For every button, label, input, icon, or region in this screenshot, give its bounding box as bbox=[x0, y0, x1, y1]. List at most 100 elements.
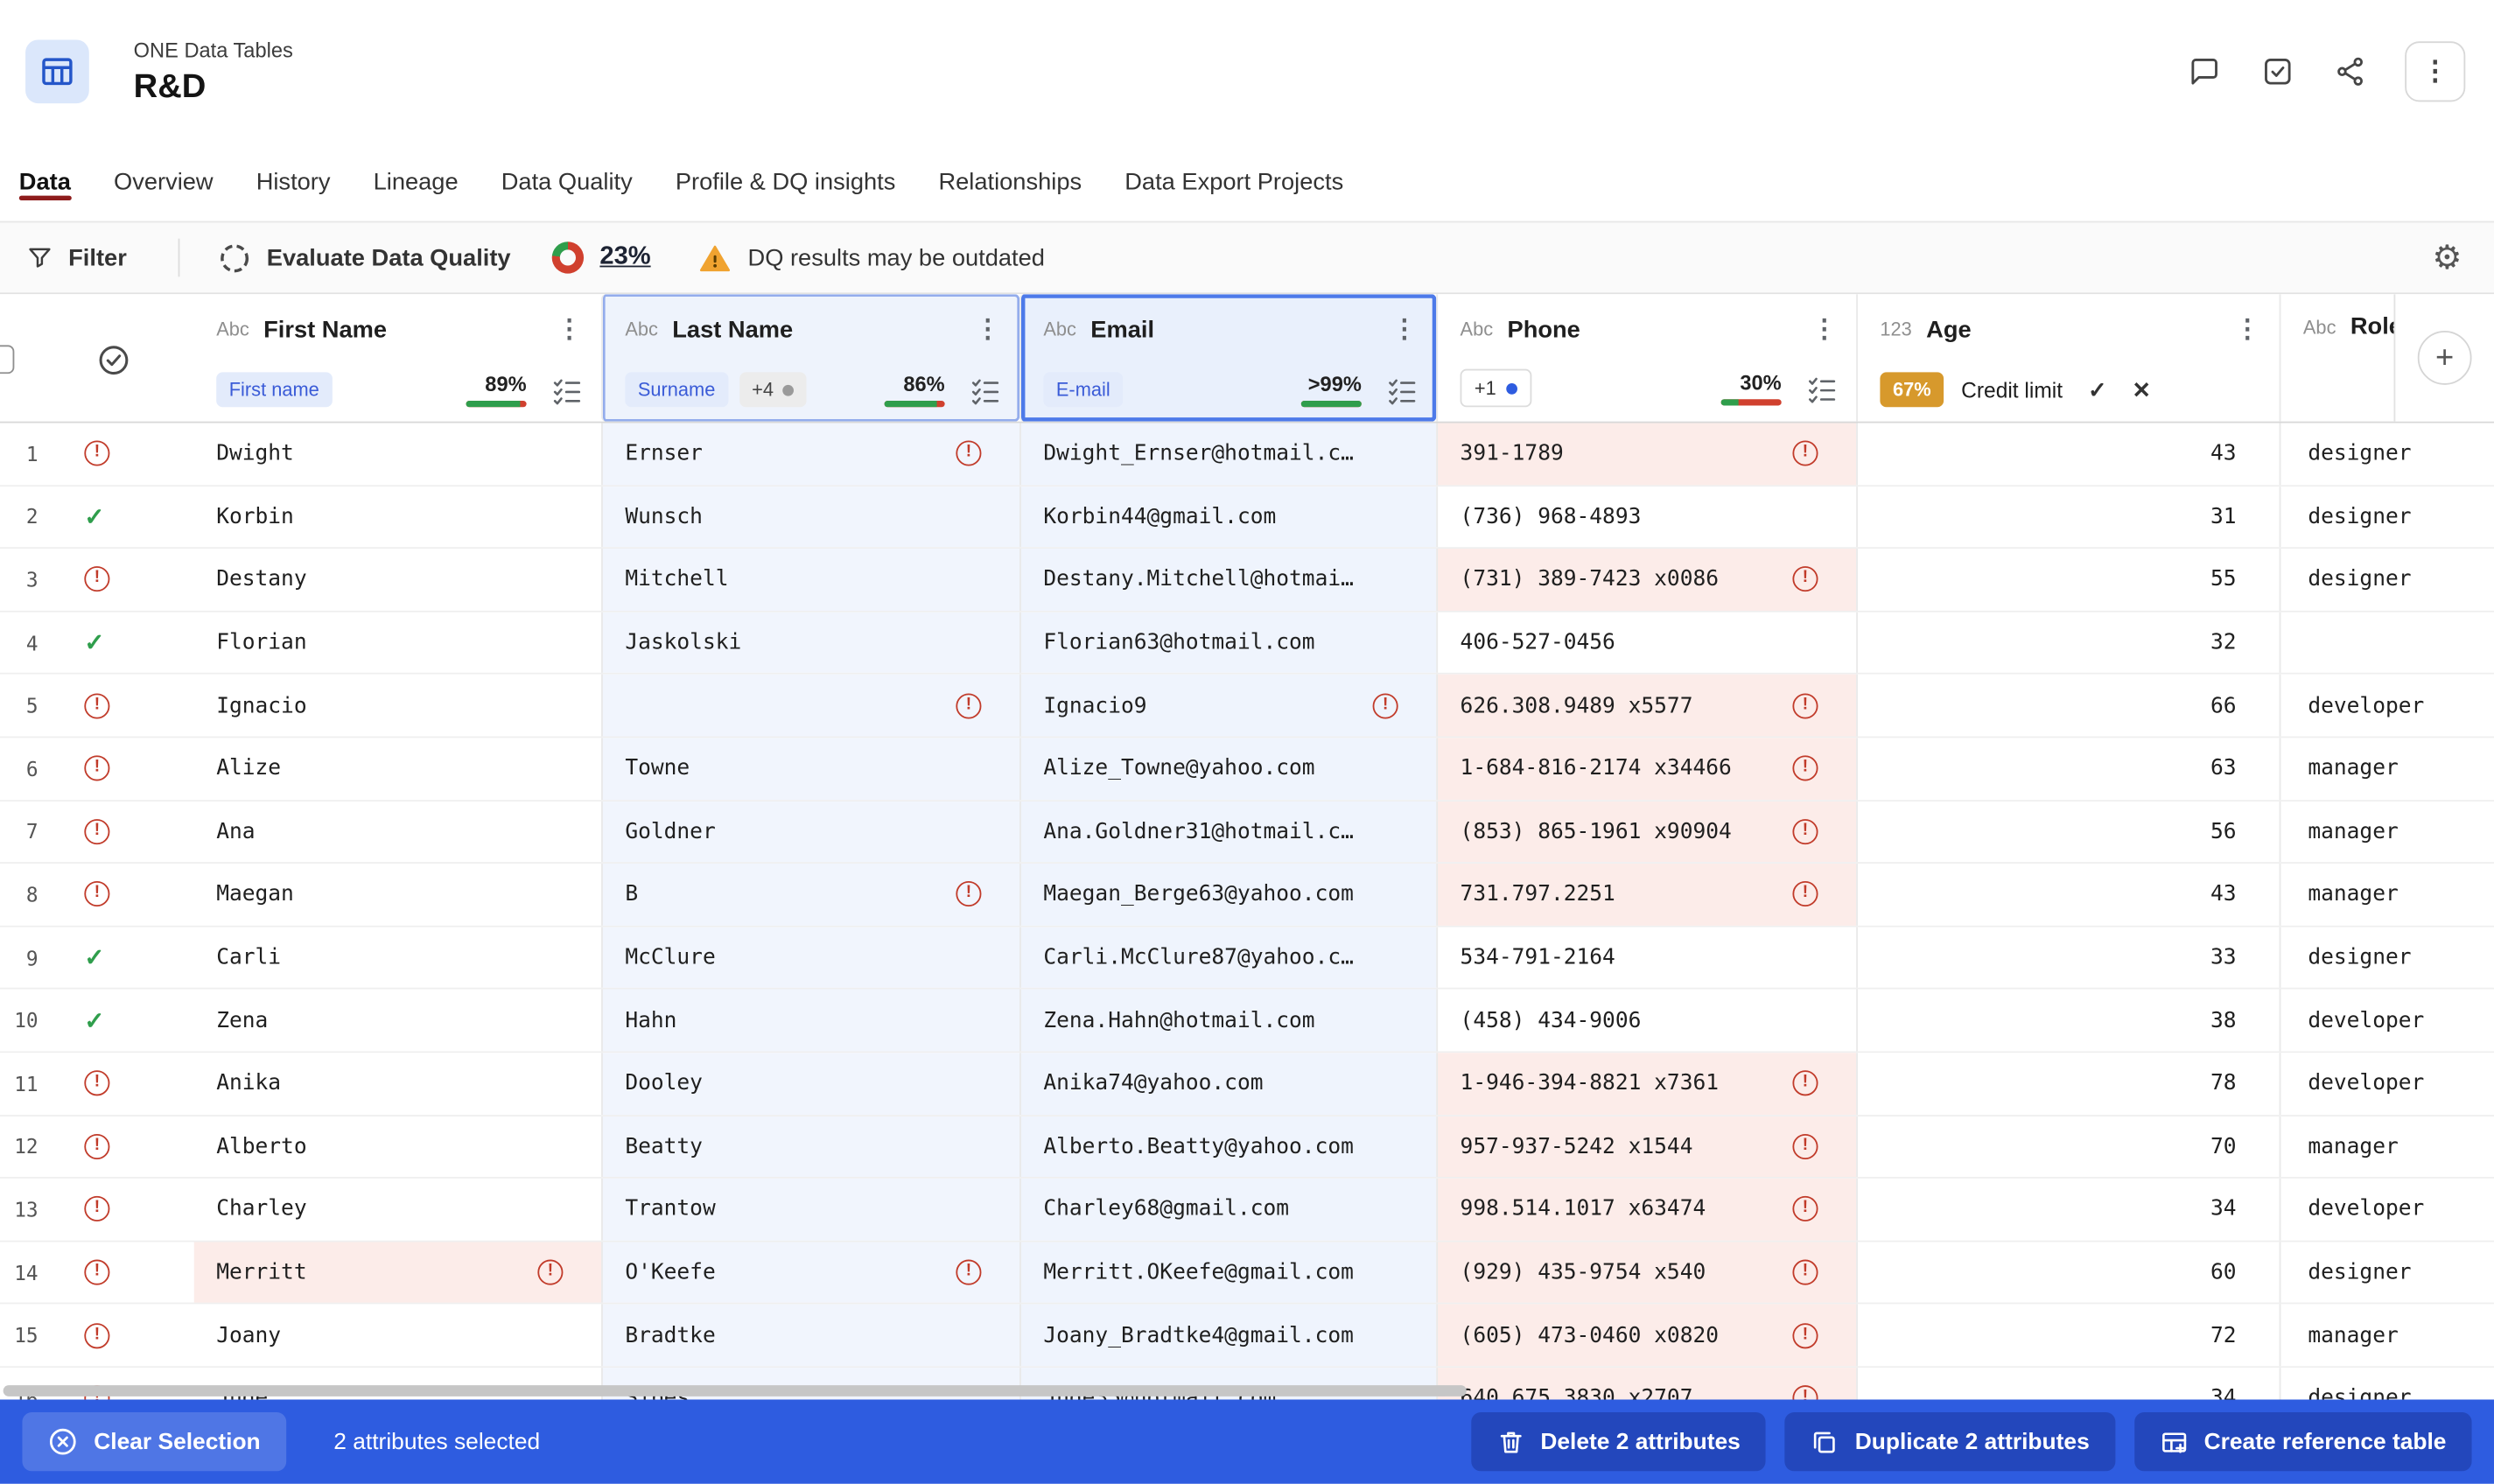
age-cell[interactable]: 72 bbox=[1856, 1305, 2279, 1366]
age-cell[interactable]: 63 bbox=[1856, 738, 2279, 799]
last-name-cell[interactable]: Goldner bbox=[601, 801, 1019, 862]
role-cell[interactable]: manager bbox=[2280, 801, 2494, 862]
phone-cell[interactable]: 1-946-394-8821 x7361! bbox=[1436, 1053, 1856, 1114]
last-name-cell[interactable]: Hahn bbox=[601, 990, 1019, 1051]
first-name-cell[interactable]: Carli bbox=[194, 927, 601, 988]
age-cell[interactable]: 43 bbox=[1856, 423, 2279, 484]
role-cell[interactable]: designer bbox=[2280, 927, 2494, 988]
age-cell[interactable]: 78 bbox=[1856, 1053, 2279, 1114]
column-menu-icon[interactable]: ⋮ bbox=[1802, 313, 1837, 345]
accept-term-icon[interactable]: ✓ bbox=[2088, 376, 2106, 403]
email-cell[interactable]: Carli.McClure87@yahoo.c… bbox=[1019, 927, 1436, 988]
age-cell[interactable]: 33 bbox=[1856, 927, 2279, 988]
role-cell[interactable]: designer bbox=[2280, 486, 2494, 547]
first-name-cell[interactable]: Alberto bbox=[194, 1116, 601, 1177]
dq-checks-icon[interactable] bbox=[970, 374, 1001, 405]
term-chip[interactable]: First name bbox=[216, 372, 332, 407]
comments-icon[interactable] bbox=[2185, 52, 2224, 91]
tab-lineage[interactable]: Lineage bbox=[374, 144, 459, 221]
last-name-cell[interactable]: Ernser! bbox=[601, 423, 1019, 484]
first-name-cell[interactable]: Korbin bbox=[194, 486, 601, 547]
email-cell[interactable]: Florian63@hotmail.com bbox=[1019, 612, 1436, 673]
role-cell[interactable]: manager bbox=[2280, 1116, 2494, 1177]
role-cell[interactable]: manager bbox=[2280, 1305, 2494, 1366]
age-cell[interactable]: 34 bbox=[1856, 1179, 2279, 1240]
phone-cell[interactable]: (929) 435-9754 x540! bbox=[1436, 1242, 1856, 1303]
column-menu-icon[interactable]: ⋮ bbox=[2225, 313, 2260, 345]
last-name-cell[interactable]: Mitchell bbox=[601, 549, 1019, 610]
share-icon[interactable] bbox=[2332, 52, 2371, 91]
phone-cell[interactable]: 534-791-2164 bbox=[1436, 927, 1856, 988]
email-cell[interactable]: Destany.Mitchell@hotmai… bbox=[1019, 549, 1436, 610]
create-reference-table-button[interactable]: Create reference table bbox=[2134, 1412, 2472, 1471]
dq-checks-icon[interactable] bbox=[552, 374, 583, 405]
phone-cell[interactable]: 1-684-816-2174 x34466! bbox=[1436, 738, 1856, 799]
phone-cell[interactable]: 731.797.2251! bbox=[1436, 864, 1856, 925]
age-cell[interactable]: 32 bbox=[1856, 612, 2279, 673]
first-name-cell[interactable]: Joany bbox=[194, 1305, 601, 1366]
term-chip[interactable]: Surname bbox=[625, 372, 728, 407]
phone-cell[interactable]: 957-937-5242 x1544! bbox=[1436, 1116, 1856, 1177]
tab-overview[interactable]: Overview bbox=[114, 144, 214, 221]
column-header-age[interactable]: 123 Age ⋮ 67% Credit limit ✓ ✕ bbox=[1856, 294, 2279, 421]
phone-cell[interactable]: 998.514.1017 x63474! bbox=[1436, 1179, 1856, 1240]
role-cell[interactable]: designer bbox=[2280, 1242, 2494, 1303]
age-cell[interactable]: 38 bbox=[1856, 990, 2279, 1051]
last-name-cell[interactable]: McClure bbox=[601, 927, 1019, 988]
email-cell[interactable]: Alberto.Beatty@yahoo.com bbox=[1019, 1116, 1436, 1177]
select-column-checkbox[interactable] bbox=[0, 345, 14, 374]
scrollbar-thumb[interactable] bbox=[4, 1385, 1467, 1396]
last-name-cell[interactable]: Dooley bbox=[601, 1053, 1019, 1114]
first-name-cell[interactable]: Maegan bbox=[194, 864, 601, 925]
more-terms-chip[interactable]: +4 bbox=[739, 372, 808, 407]
first-name-cell[interactable]: Florian bbox=[194, 612, 601, 673]
column-header-email[interactable]: Abc Email ⋮ E-mail >99% bbox=[1019, 294, 1436, 421]
last-name-cell[interactable]: Wunsch bbox=[601, 486, 1019, 547]
role-cell[interactable]: developer bbox=[2280, 675, 2494, 736]
tab-profile-dq-insights[interactable]: Profile & DQ insights bbox=[676, 144, 896, 221]
email-cell[interactable]: Zena.Hahn@hotmail.com bbox=[1019, 990, 1436, 1051]
email-cell[interactable]: Charley68@gmail.com bbox=[1019, 1179, 1436, 1240]
tasks-checkbox-icon[interactable] bbox=[2259, 52, 2297, 91]
add-attribute-button[interactable]: + bbox=[2418, 331, 2472, 385]
last-name-cell[interactable]: Towne bbox=[601, 738, 1019, 799]
tab-data-export-projects[interactable]: Data Export Projects bbox=[1124, 144, 1343, 221]
age-cell[interactable]: 31 bbox=[1856, 486, 2279, 547]
last-name-cell[interactable]: O'Keefe! bbox=[601, 1242, 1019, 1303]
age-cell[interactable]: 66 bbox=[1856, 675, 2279, 736]
dq-checks-icon[interactable] bbox=[1387, 374, 1418, 405]
role-cell[interactable]: developer bbox=[2280, 1053, 2494, 1114]
first-name-cell[interactable]: Destany bbox=[194, 549, 601, 610]
age-cell[interactable]: 70 bbox=[1856, 1116, 2279, 1177]
more-terms-chip[interactable]: +1 bbox=[1461, 369, 1531, 408]
role-cell[interactable]: designer bbox=[2280, 423, 2494, 484]
role-cell[interactable]: developer bbox=[2280, 1179, 2494, 1240]
select-all-rows-icon[interactable] bbox=[76, 313, 175, 407]
last-name-cell[interactable]: B! bbox=[601, 864, 1019, 925]
term-chip[interactable]: E-mail bbox=[1043, 372, 1123, 407]
last-name-cell[interactable]: Bradtke bbox=[601, 1305, 1019, 1366]
phone-cell[interactable]: (458) 434-9006 bbox=[1436, 990, 1856, 1051]
email-cell[interactable]: Ignacio9! bbox=[1019, 675, 1436, 736]
column-menu-icon[interactable]: ⋮ bbox=[547, 313, 582, 345]
age-cell[interactable]: 55 bbox=[1856, 549, 2279, 610]
phone-cell[interactable]: 626.308.9489 x5577! bbox=[1436, 675, 1856, 736]
dq-score-link[interactable]: 23% bbox=[599, 243, 650, 272]
evaluate-dq-button[interactable]: Evaluate Data Quality bbox=[217, 241, 510, 274]
column-header-first-name[interactable]: Abc First Name ⋮ First name 89% bbox=[194, 294, 601, 421]
role-cell[interactable] bbox=[2280, 612, 2494, 673]
email-cell[interactable]: Joany_Bradtke4@gmail.com bbox=[1019, 1305, 1436, 1366]
horizontal-scrollbar[interactable] bbox=[0, 1385, 2494, 1398]
role-cell[interactable]: manager bbox=[2280, 864, 2494, 925]
role-cell[interactable]: manager bbox=[2280, 738, 2494, 799]
phone-cell[interactable]: 406-527-0456 bbox=[1436, 612, 1856, 673]
email-cell[interactable]: Dwight_Ernser@hotmail.c… bbox=[1019, 423, 1436, 484]
age-cell[interactable]: 56 bbox=[1856, 801, 2279, 862]
phone-cell[interactable]: 391-1789! bbox=[1436, 423, 1856, 484]
reject-term-icon[interactable]: ✕ bbox=[2133, 376, 2151, 403]
settings-gear-icon[interactable]: ⚙ bbox=[2432, 238, 2468, 277]
last-name-cell[interactable]: Jaskolski bbox=[601, 612, 1019, 673]
first-name-cell[interactable]: Ignacio bbox=[194, 675, 601, 736]
column-menu-icon[interactable]: ⋮ bbox=[965, 313, 1000, 345]
first-name-cell[interactable]: Ana bbox=[194, 801, 601, 862]
